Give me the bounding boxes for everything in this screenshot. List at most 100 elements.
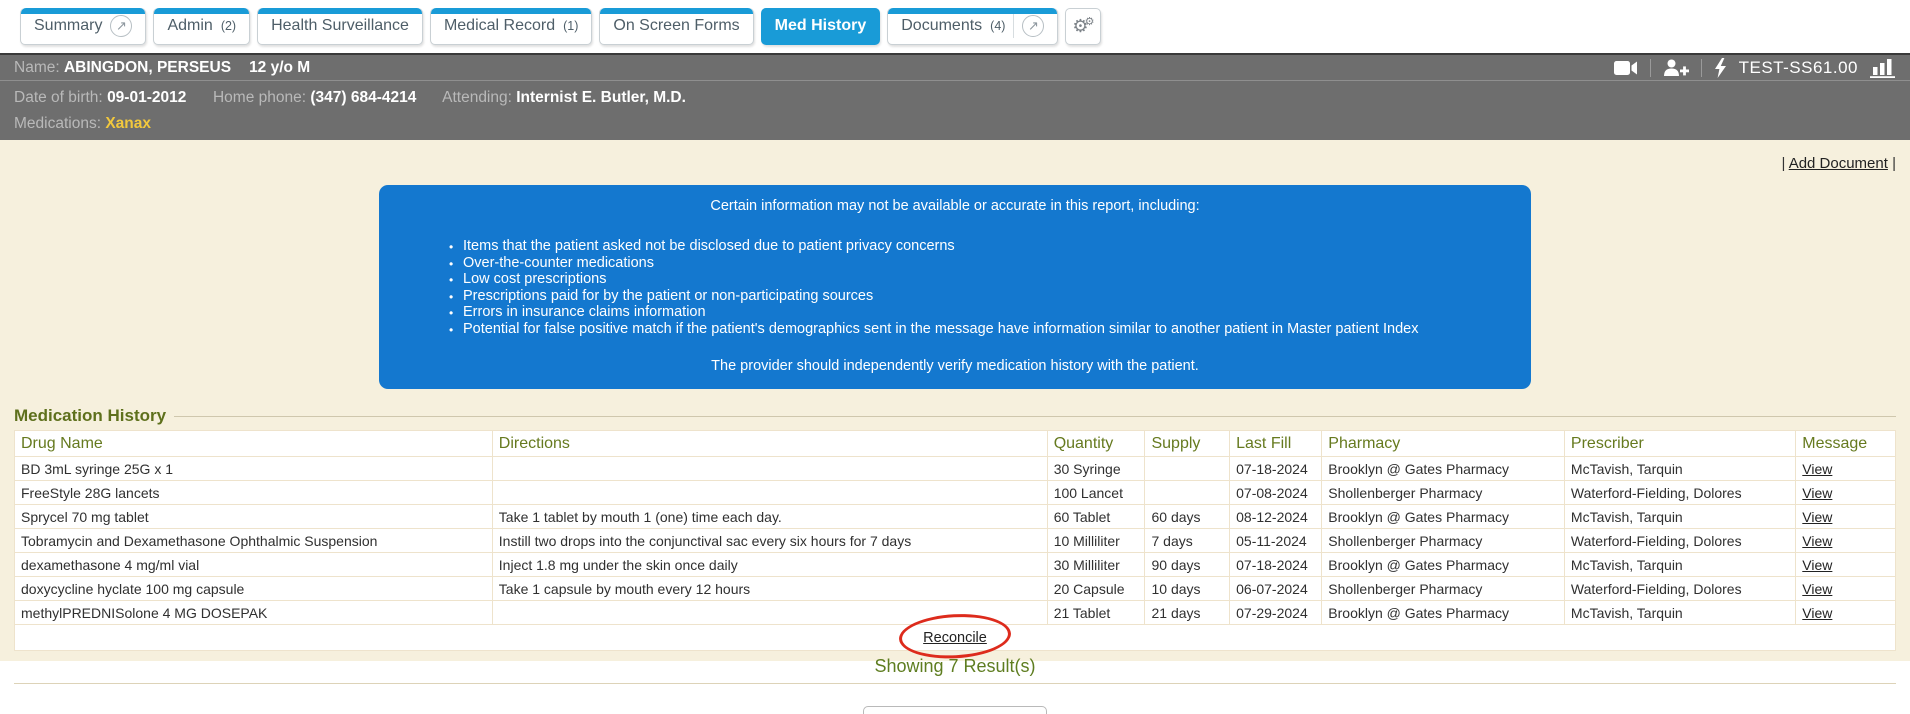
table-row: Sprycel 70 mg tablet Take 1 tablet by mo…: [15, 505, 1896, 529]
patient-dob: 09-01-2012: [107, 89, 186, 106]
add-document-link[interactable]: Add Document: [1789, 155, 1888, 172]
tab-med-history-label: Med History: [775, 17, 867, 35]
notice-bullet-item: Low cost prescriptions: [449, 271, 1491, 288]
col-quantity: Quantity: [1047, 431, 1145, 457]
medication-history-table: Drug Name Directions Quantity Supply Las…: [14, 430, 1896, 625]
view-message-link[interactable]: View: [1802, 461, 1832, 477]
name-label: Name:: [14, 59, 60, 77]
tab-documents-label: Documents: [901, 17, 982, 35]
cell-pharmacy: Shollenberger Pharmacy: [1322, 577, 1565, 601]
cell-supply: [1145, 481, 1230, 505]
reconcile-row: Reconcile: [14, 625, 1896, 651]
table-body: BD 3mL syringe 25G x 1 30 Syringe 07-18-…: [15, 457, 1896, 625]
add-document-row: | Add Document |: [0, 141, 1910, 172]
view-message-link[interactable]: View: [1802, 581, 1832, 597]
tab-medical-record[interactable]: Medical Record (1): [430, 8, 592, 45]
tab-summary-label: Summary: [34, 17, 102, 35]
patient-attending: Internist E. Butler, M.D.: [516, 89, 686, 106]
cell-last-fill: 07-29-2024: [1230, 601, 1322, 625]
col-message: Message: [1796, 431, 1896, 457]
patient-name-bar: Name: ABINGDON, PERSEUS 12 y/o M TEST-SS…: [0, 53, 1910, 81]
import-medical-history-button[interactable]: Import Medical History: [863, 706, 1046, 714]
cell-directions: Take 1 tablet by mouth 1 (one) time each…: [492, 505, 1047, 529]
cell-prescriber: Waterford-Fielding, Dolores: [1564, 577, 1795, 601]
cell-quantity: 10 Milliliter: [1047, 529, 1145, 553]
col-prescriber: Prescriber: [1564, 431, 1795, 457]
cell-last-fill: 07-18-2024: [1230, 553, 1322, 577]
cell-supply: 7 days: [1145, 529, 1230, 553]
cell-quantity: 100 Lancet: [1047, 481, 1145, 505]
results-count-text: Showing 7 Result(s): [14, 651, 1896, 684]
divider: [1650, 59, 1651, 77]
cell-drug-name: Tobramycin and Dexamethasone Ophthalmic …: [15, 529, 493, 553]
tab-on-screen-forms[interactable]: On Screen Forms: [599, 8, 753, 45]
table-row: dexamethasone 4 mg/ml vial Inject 1.8 mg…: [15, 553, 1896, 577]
view-message-link[interactable]: View: [1802, 605, 1832, 621]
notice-bullet-item: Prescriptions paid for by the patient or…: [449, 288, 1491, 305]
cell-drug-name: doxycycline hyclate 100 mg capsule: [15, 577, 493, 601]
settings-gears-button[interactable]: ⚙⚙: [1065, 8, 1101, 45]
tab-summary[interactable]: Summary ↗: [20, 8, 146, 45]
tab-health-surveillance-label: Health Surveillance: [271, 17, 409, 35]
patient-phone: (347) 684-4214: [310, 89, 416, 106]
view-message-link[interactable]: View: [1802, 485, 1832, 501]
cell-drug-name: BD 3mL syringe 25G x 1: [15, 457, 493, 481]
table-row: methylPREDNISolone 4 MG DOSEPAK 21 Table…: [15, 601, 1896, 625]
video-camera-icon[interactable]: [1614, 60, 1638, 76]
tab-admin-count: (2): [221, 19, 236, 33]
notice-bullet-item: Errors in insurance claims information: [449, 304, 1491, 321]
tab-medical-record-count: (1): [563, 19, 578, 33]
cell-pharmacy: Brooklyn @ Gates Pharmacy: [1322, 505, 1565, 529]
cell-prescriber: McTavish, Tarquin: [1564, 553, 1795, 577]
tab-med-history[interactable]: Med History: [761, 8, 881, 45]
tab-admin-label: Admin: [167, 17, 212, 35]
medication-history-section: Medication History Drug Name Directions …: [14, 406, 1896, 714]
cell-quantity: 20 Capsule: [1047, 577, 1145, 601]
cell-pharmacy: Shollenberger Pharmacy: [1322, 481, 1565, 505]
legend-rule: [174, 416, 1896, 417]
station-id: TEST-SS61.00: [1739, 58, 1858, 78]
cell-prescriber: Waterford-Fielding, Dolores: [1564, 529, 1795, 553]
share-icon[interactable]: ↗: [110, 15, 132, 37]
col-drug-name: Drug Name: [15, 431, 493, 457]
col-directions: Directions: [492, 431, 1047, 457]
view-message-link[interactable]: View: [1802, 557, 1832, 573]
tab-documents[interactable]: Documents (4) ↗: [887, 8, 1058, 45]
tab-medical-record-label: Medical Record: [444, 17, 555, 35]
view-message-link[interactable]: View: [1802, 533, 1832, 549]
cell-directions: [492, 457, 1047, 481]
add-person-icon[interactable]: [1663, 59, 1689, 77]
cell-last-fill: 05-11-2024: [1230, 529, 1322, 553]
tab-documents-count: (4): [990, 19, 1005, 33]
tab-on-screen-forms-label: On Screen Forms: [613, 17, 739, 35]
medications-label: Medications:: [14, 115, 101, 132]
pipe: |: [1888, 155, 1896, 172]
cell-drug-name: methylPREDNISolone 4 MG DOSEPAK: [15, 601, 493, 625]
reconcile-link[interactable]: Reconcile: [923, 630, 987, 646]
cell-prescriber: McTavish, Tarquin: [1564, 505, 1795, 529]
table-row: Tobramycin and Dexamethasone Ophthalmic …: [15, 529, 1896, 553]
share-icon[interactable]: ↗: [1022, 15, 1044, 37]
cell-supply: 10 days: [1145, 577, 1230, 601]
patient-name: ABINGDON, PERSEUS: [64, 59, 231, 77]
cell-quantity: 30 Syringe: [1047, 457, 1145, 481]
tab-health-surveillance[interactable]: Health Surveillance: [257, 8, 423, 45]
lightning-icon[interactable]: [1714, 58, 1727, 78]
cell-quantity: 21 Tablet: [1047, 601, 1145, 625]
table-header-row: Drug Name Directions Quantity Supply Las…: [15, 431, 1896, 457]
cell-last-fill: 08-12-2024: [1230, 505, 1322, 529]
cell-quantity: 60 Tablet: [1047, 505, 1145, 529]
cell-pharmacy: Brooklyn @ Gates Pharmacy: [1322, 553, 1565, 577]
patient-medications[interactable]: Xanax: [105, 115, 151, 132]
tab-admin[interactable]: Admin (2): [153, 8, 250, 45]
cell-prescriber: McTavish, Tarquin: [1564, 457, 1795, 481]
gear-icon-small: ⚙: [1085, 15, 1095, 28]
bar-chart-icon[interactable]: [1870, 58, 1896, 78]
divider: [1701, 59, 1702, 77]
table-row: doxycycline hyclate 100 mg capsule Take …: [15, 577, 1896, 601]
notice-bullet-item: Over-the-counter medications: [449, 255, 1491, 272]
patient-age-sex: 12 y/o M: [249, 59, 310, 77]
pipe: |: [1781, 155, 1788, 172]
view-message-link[interactable]: View: [1802, 509, 1832, 525]
cell-pharmacy: Brooklyn @ Gates Pharmacy: [1322, 457, 1565, 481]
